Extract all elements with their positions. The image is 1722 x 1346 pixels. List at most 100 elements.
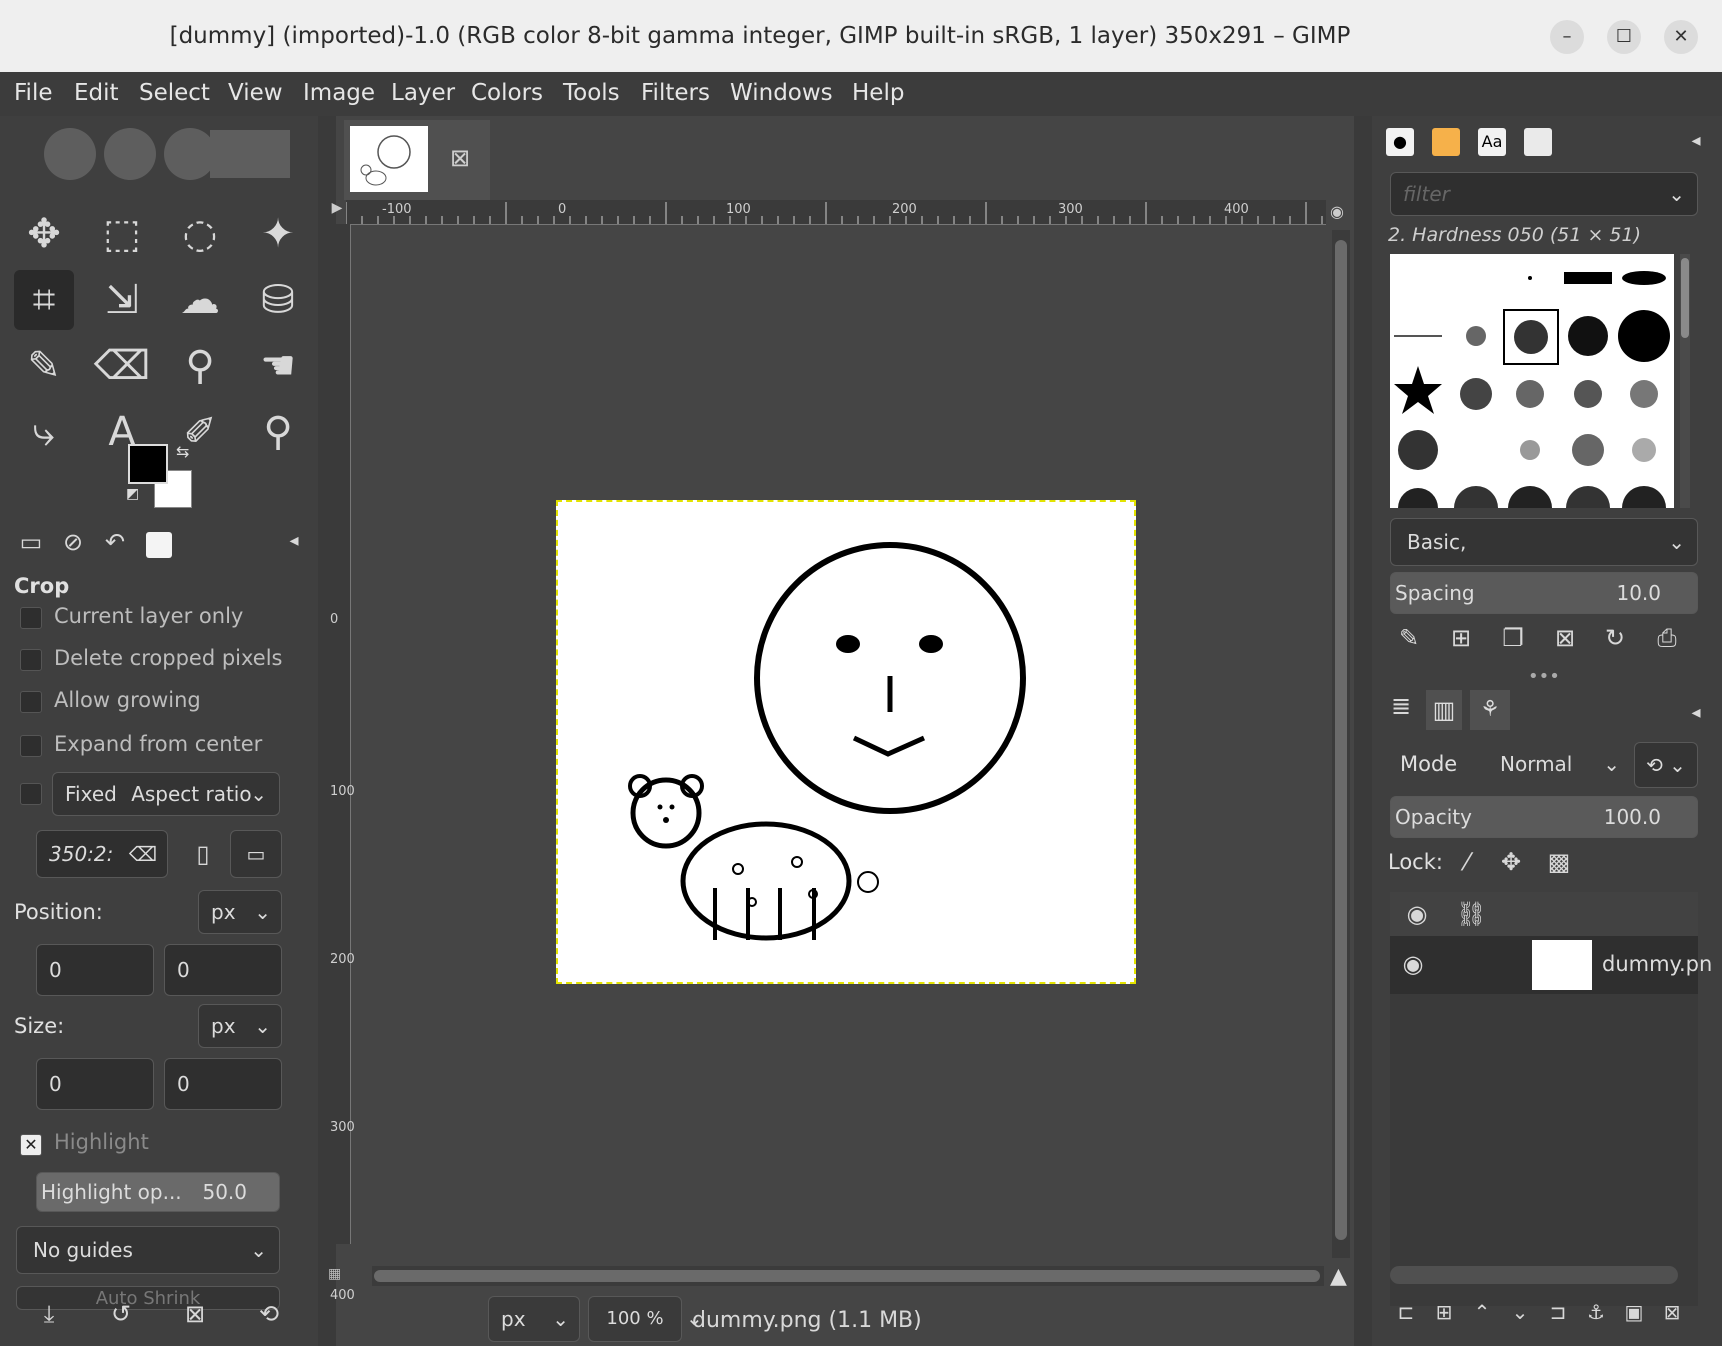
eraser-tool-icon[interactable]: ⌫ bbox=[92, 336, 152, 396]
size-width-input[interactable]: 0 bbox=[36, 1058, 154, 1110]
duplicate-brush-icon[interactable]: ❐ bbox=[1498, 624, 1528, 652]
menu-select[interactable]: Select bbox=[139, 80, 210, 106]
default-colors-icon[interactable]: ◩ bbox=[126, 486, 139, 502]
close-button[interactable]: ✕ bbox=[1664, 20, 1698, 54]
lock-position-icon[interactable]: ✥ bbox=[1496, 848, 1526, 876]
delete-cropped-pixels-checkbox[interactable] bbox=[20, 649, 42, 671]
restore-options-icon[interactable]: ↺ bbox=[106, 1300, 136, 1328]
menu-file[interactable]: File bbox=[14, 80, 53, 106]
landscape-icon[interactable]: ▭ bbox=[230, 830, 282, 878]
fuzzy-select-tool-icon[interactable]: ✦ bbox=[248, 204, 308, 264]
navigation-icon[interactable]: ▲ bbox=[1330, 1264, 1347, 1289]
horizontal-scrollbar[interactable] bbox=[372, 1266, 1324, 1286]
delete-options-icon[interactable]: ⊠ bbox=[180, 1300, 210, 1328]
fixed-checkbox[interactable] bbox=[20, 783, 42, 805]
current-layer-only-checkbox[interactable] bbox=[20, 607, 42, 629]
brush-grid-scrollbar-thumb[interactable] bbox=[1681, 258, 1689, 338]
size-height-input[interactable]: 0 bbox=[164, 1058, 282, 1110]
composite-mode-dropdown[interactable]: ⟲ ⌄ bbox=[1634, 742, 1698, 788]
swap-colors-icon[interactable]: ⇆ bbox=[176, 442, 189, 461]
zoom-tool-icon[interactable]: ⚲ bbox=[248, 402, 308, 462]
status-unit-dropdown[interactable]: px ⌄ bbox=[488, 1296, 580, 1342]
close-tab-icon[interactable]: ⊠ bbox=[450, 144, 470, 172]
brushes-tab-icon[interactable]: ● bbox=[1386, 128, 1414, 156]
position-y-input[interactable]: 0 bbox=[164, 944, 282, 996]
delete-brush-icon[interactable]: ⊠ bbox=[1550, 624, 1580, 652]
anchor-layer-icon[interactable]: ⚓ bbox=[1584, 1300, 1608, 1324]
lock-alpha-icon[interactable]: ▩ bbox=[1544, 848, 1574, 876]
reset-options-icon[interactable]: ⟲ bbox=[254, 1300, 284, 1328]
fonts-tab-icon[interactable]: Aa bbox=[1478, 128, 1506, 156]
move-tool-icon[interactable]: ✥ bbox=[14, 204, 74, 264]
configure-tab-icon[interactable]: ◂ bbox=[1684, 130, 1708, 151]
rect-select-tool-icon[interactable]: ⬚ bbox=[92, 204, 152, 264]
images-tab-icon[interactable] bbox=[146, 532, 172, 558]
image-tab[interactable]: ⊠ bbox=[344, 120, 490, 200]
warp-tool-icon[interactable]: ☁ bbox=[170, 270, 230, 330]
refresh-brushes-icon[interactable]: ↻ bbox=[1600, 624, 1630, 652]
portrait-icon[interactable]: ▯ bbox=[188, 840, 218, 868]
smudge-tool-icon[interactable]: ☚ bbox=[248, 336, 308, 396]
brush-grid[interactable] bbox=[1390, 254, 1674, 508]
brush-grid-scrollbar[interactable] bbox=[1680, 254, 1690, 508]
document-history-tab-icon[interactable] bbox=[1524, 128, 1552, 156]
save-options-icon[interactable]: ⤓ bbox=[34, 1300, 64, 1328]
maximize-button[interactable]: ☐ bbox=[1607, 20, 1641, 54]
new-brush-icon[interactable]: ⊞ bbox=[1446, 624, 1476, 652]
menu-filters[interactable]: Filters bbox=[641, 80, 710, 106]
allow-growing-checkbox[interactable] bbox=[20, 691, 42, 713]
dock-separator-handle[interactable]: ••• bbox=[1528, 666, 1560, 687]
undo-history-tab-icon[interactable]: ↶ bbox=[98, 528, 132, 556]
vertical-scrollbar[interactable] bbox=[1332, 230, 1350, 1258]
paths-tool-icon[interactable]: ⤷ bbox=[14, 402, 74, 462]
layer-row[interactable]: ◉ dummy.pn bbox=[1390, 936, 1712, 994]
lasso-tool-icon[interactable]: ◌ bbox=[170, 204, 230, 264]
configure-tab-icon[interactable]: ◂ bbox=[282, 530, 306, 551]
menu-view[interactable]: View bbox=[228, 80, 283, 106]
position-x-input[interactable]: 0 bbox=[36, 944, 154, 996]
menu-image[interactable]: Image bbox=[303, 80, 375, 106]
configure-tab-icon[interactable]: ◂ bbox=[1684, 702, 1708, 723]
brush-tag-dropdown[interactable]: Basic, ⌄ bbox=[1390, 518, 1698, 566]
delete-layer-icon[interactable]: ⊠ bbox=[1660, 1300, 1684, 1324]
menu-windows[interactable]: Windows bbox=[730, 80, 833, 106]
opacity-slider[interactable]: Opacity 100.0 bbox=[1390, 796, 1698, 838]
channels-tab-icon[interactable]: ▥ bbox=[1426, 690, 1462, 730]
new-layer-icon[interactable]: ⊞ bbox=[1432, 1300, 1456, 1324]
vertical-scrollbar-thumb[interactable] bbox=[1335, 240, 1347, 1240]
navigate-icon[interactable]: ▦ bbox=[328, 1266, 348, 1286]
menu-edit[interactable]: Edit bbox=[74, 80, 119, 106]
lower-layer-icon[interactable]: ⌄ bbox=[1508, 1300, 1532, 1324]
spacing-slider[interactable]: Spacing 10.0 bbox=[1390, 572, 1698, 614]
fixed-dropdown[interactable]: Fixed Aspect ratio ⌄ bbox=[52, 772, 280, 816]
zoom-dropdown[interactable]: 100 % bbox=[588, 1296, 682, 1342]
bucket-fill-tool-icon[interactable]: ⛁ bbox=[248, 270, 308, 330]
right-dock-divider[interactable] bbox=[1354, 116, 1372, 1346]
transform-tool-icon[interactable]: ⇲ bbox=[92, 270, 152, 330]
brush-as-image-icon[interactable]: ⎙ bbox=[1652, 624, 1682, 652]
guides-dropdown[interactable]: No guides ⌄ bbox=[16, 1226, 280, 1274]
lock-pixels-icon[interactable]: ⁄ bbox=[1452, 848, 1482, 876]
menu-colors[interactable]: Colors bbox=[471, 80, 543, 106]
paths-tab-icon[interactable]: ⚘ bbox=[1470, 690, 1510, 730]
edit-brush-icon[interactable]: ✎ bbox=[1394, 624, 1424, 652]
brush-filter-input[interactable]: filter ⌄ bbox=[1390, 172, 1698, 216]
menu-layer[interactable]: Layer bbox=[391, 80, 455, 106]
clone-tool-icon[interactable]: ⚲ bbox=[170, 336, 230, 396]
zoom-image-icon[interactable]: ◉ bbox=[1330, 202, 1344, 221]
aspect-ratio-input[interactable]: 350:2: ⌫ bbox=[36, 830, 168, 878]
crop-tool-icon[interactable]: ⌗ bbox=[14, 270, 74, 330]
layers-tab-icon[interactable]: ≣ bbox=[1386, 692, 1416, 720]
horizontal-scrollbar-thumb[interactable] bbox=[374, 1270, 1320, 1282]
eye-icon[interactable]: ◉ bbox=[1398, 950, 1428, 978]
mask-layer-icon[interactable]: ▣ bbox=[1622, 1300, 1646, 1324]
duplicate-layer-icon[interactable]: ⊐ bbox=[1546, 1300, 1570, 1324]
clear-icon[interactable]: ⌫ bbox=[129, 831, 157, 877]
tool-options-tab-icon[interactable]: ▭ bbox=[14, 528, 48, 556]
minimize-button[interactable]: – bbox=[1550, 20, 1584, 54]
device-status-tab-icon[interactable]: ⊘ bbox=[56, 528, 90, 556]
menu-help[interactable]: Help bbox=[852, 80, 904, 106]
new-layer-group-icon[interactable]: ⊏ bbox=[1394, 1300, 1418, 1324]
layers-horizontal-scrollbar[interactable] bbox=[1390, 1266, 1678, 1284]
paintbrush-tool-icon[interactable]: ✎ bbox=[14, 336, 74, 396]
